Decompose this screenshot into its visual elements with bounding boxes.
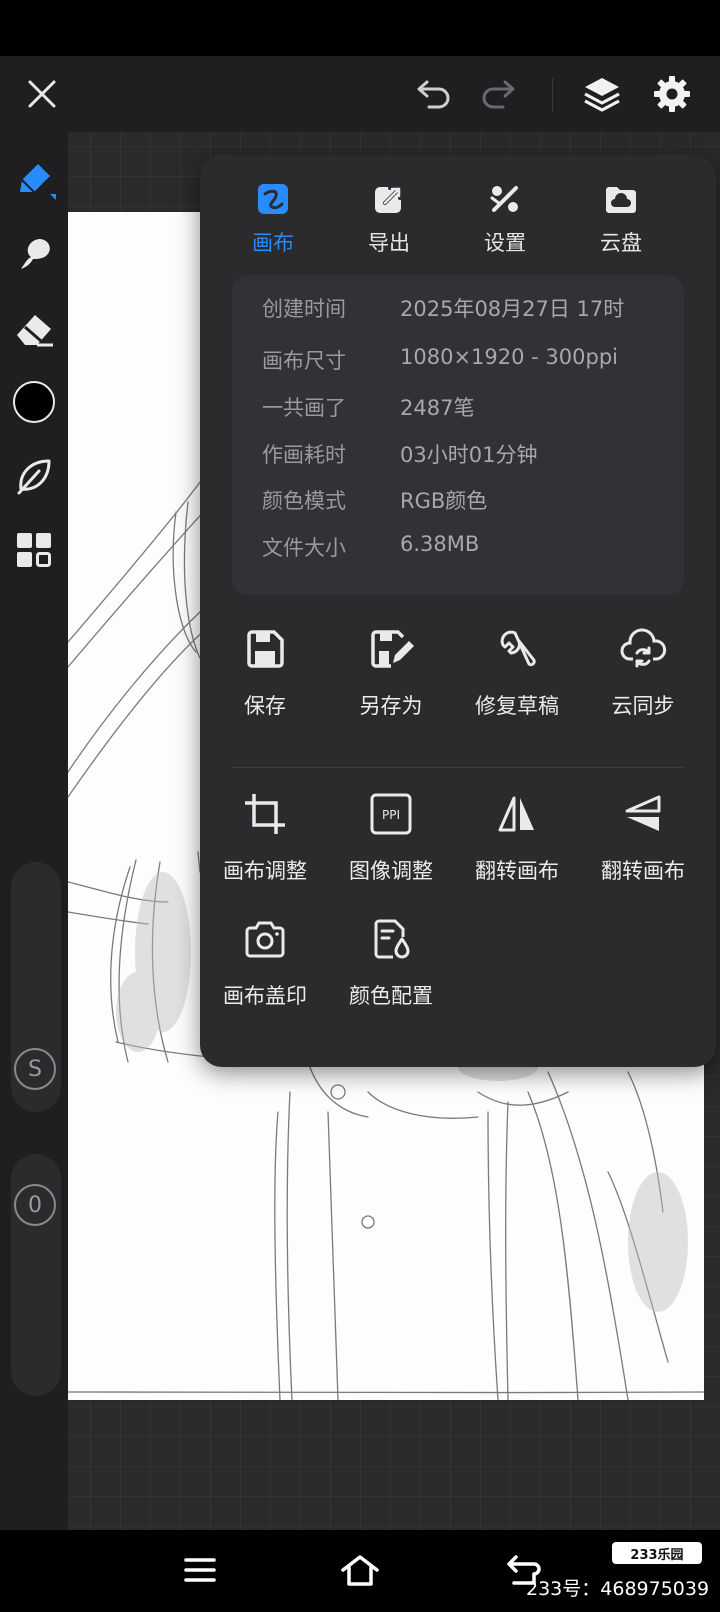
color-swatch[interactable]: [8, 376, 60, 428]
grid-icon[interactable]: [8, 524, 60, 576]
save-as-label: 另存为: [359, 694, 423, 718]
flip-horizontal-label: 翻转画布: [475, 859, 559, 883]
info-value: 1080×1920 - 300ppi: [400, 345, 618, 369]
flip-vertical-icon: [578, 785, 708, 843]
info-value: 2487笔: [400, 396, 475, 420]
canvas-stamp-button[interactable]: 画布盖印: [200, 910, 330, 1010]
info-key: 颜色模式: [262, 489, 346, 513]
export-icon: [334, 179, 444, 219]
canvas-menu-panel: 画布 导出 设置 云盘 创建时间 2025年08月27日 17时 画布尺寸 10…: [200, 155, 716, 1067]
layers-icon[interactable]: [578, 70, 626, 118]
tab-export[interactable]: 导出: [334, 179, 444, 257]
color-profile-icon: [326, 910, 456, 968]
info-key: 作画耗时: [262, 443, 346, 467]
svg-text:PPI: PPI: [382, 808, 400, 822]
cloud-sync-label: 云同步: [611, 694, 675, 718]
info-key: 创建时间: [262, 297, 346, 321]
eraser-icon[interactable]: [8, 302, 60, 354]
info-value: 03小时01分钟: [400, 443, 538, 467]
close-icon[interactable]: [18, 70, 66, 118]
canvas-info-box: 创建时间 2025年08月27日 17时 画布尺寸 1080×1920 - 30…: [232, 275, 684, 595]
flip-vertical-label: 翻转画布: [601, 859, 685, 883]
tab-cloud-drive[interactable]: 云盘: [566, 179, 676, 257]
opacity-label: 0: [28, 1192, 42, 1218]
color-profile-button[interactable]: 颜色配置: [326, 910, 456, 1010]
watermark-text: 233号：468975039: [526, 1578, 710, 1600]
menu-icon[interactable]: [172, 1542, 228, 1598]
brush-size-knob[interactable]: S: [14, 1048, 56, 1090]
brush-size-label: S: [28, 1056, 42, 1082]
save-icon: [200, 620, 330, 678]
tab-settings-label: 设置: [484, 231, 526, 255]
tab-canvas[interactable]: 画布: [218, 179, 328, 257]
info-row-color-mode: 颜色模式 RGB颜色: [262, 485, 672, 525]
save-label: 保存: [244, 694, 286, 718]
cloud-sync-icon: [578, 620, 708, 678]
canvas-icon: [218, 179, 328, 219]
flip-vertical-button[interactable]: 翻转画布: [578, 785, 708, 885]
image-adjust-button[interactable]: PPI 图像调整: [326, 785, 456, 885]
top-bar: [0, 56, 720, 132]
tab-canvas-label: 画布: [252, 231, 294, 255]
gear-icon[interactable]: [648, 70, 696, 118]
info-row-size: 画布尺寸 1080×1920 - 300ppi: [262, 345, 672, 385]
panel-divider: [232, 767, 684, 768]
redo-icon[interactable]: [476, 72, 520, 116]
left-toolbar: S 0: [0, 132, 68, 1530]
opacity-knob[interactable]: 0: [14, 1184, 56, 1226]
save-as-button[interactable]: 另存为: [326, 620, 456, 720]
watermark-logo: 233乐园: [612, 1542, 702, 1564]
color-profile-label: 颜色配置: [349, 984, 433, 1008]
info-row-file-size: 文件大小 6.38MB: [262, 532, 672, 572]
smudge-icon[interactable]: [8, 228, 60, 280]
info-key: 一共画了: [262, 396, 346, 420]
info-value: 6.38MB: [400, 532, 480, 556]
save-as-icon: [326, 620, 456, 678]
settings-icon: [450, 179, 560, 219]
cloud-drive-icon: [566, 179, 676, 219]
tab-cloud-drive-label: 云盘: [600, 231, 642, 255]
info-row-created: 创建时间 2025年08月27日 17时: [262, 293, 672, 333]
camera-icon: [200, 910, 330, 968]
canvas-adjust-label: 画布调整: [223, 859, 307, 883]
crop-icon: [200, 785, 330, 843]
status-bar: [0, 0, 720, 56]
save-button[interactable]: 保存: [200, 620, 330, 720]
tab-export-label: 导出: [368, 231, 410, 255]
top-divider: [552, 78, 553, 112]
undo-icon[interactable]: [412, 72, 456, 116]
ppi-icon: PPI: [326, 785, 456, 843]
info-value: 2025年08月27日 17时: [400, 297, 625, 321]
info-value: RGB颜色: [400, 489, 488, 513]
flip-horizontal-button[interactable]: 翻转画布: [452, 785, 582, 885]
tab-settings[interactable]: 设置: [450, 179, 560, 257]
info-key: 画布尺寸: [262, 349, 346, 373]
info-row-strokes: 一共画了 2487笔: [262, 392, 672, 432]
info-row-duration: 作画耗时 03小时01分钟: [262, 439, 672, 479]
flip-horizontal-icon: [452, 785, 582, 843]
info-key: 文件大小: [262, 536, 346, 560]
wrench-icon: [452, 620, 582, 678]
cloud-sync-button[interactable]: 云同步: [578, 620, 708, 720]
home-icon[interactable]: [332, 1542, 388, 1598]
pen-icon[interactable]: [8, 154, 60, 206]
repair-draft-label: 修复草稿: [475, 694, 559, 718]
canvas-stamp-label: 画布盖印: [223, 984, 307, 1008]
canvas-adjust-button[interactable]: 画布调整: [200, 785, 330, 885]
repair-draft-button[interactable]: 修复草稿: [452, 620, 582, 720]
leaf-icon[interactable]: [8, 450, 60, 502]
image-adjust-label: 图像调整: [349, 859, 433, 883]
